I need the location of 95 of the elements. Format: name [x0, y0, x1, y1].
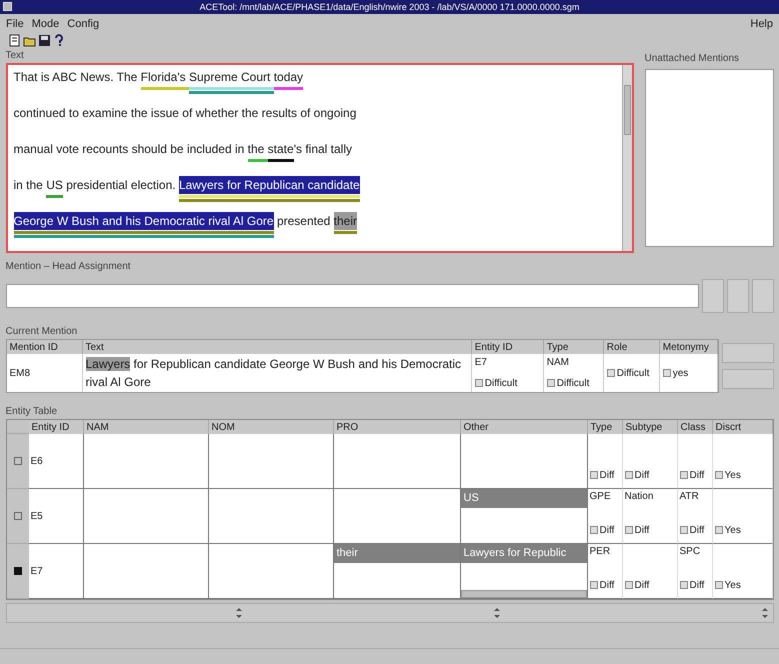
checkbox[interactable] — [714, 470, 722, 479]
checkbox[interactable] — [680, 470, 688, 479]
checkbox[interactable] — [680, 580, 688, 589]
column-header[interactable]: Other — [460, 420, 588, 434]
table-cell: PER — [590, 546, 610, 557]
table-cell-text: E6 — [30, 454, 44, 468]
scrollbar[interactable] — [622, 65, 632, 251]
checkbox-label: Yes — [724, 524, 741, 536]
checkbox[interactable] — [546, 378, 555, 387]
column-header[interactable]: Text — [82, 340, 472, 354]
column-header[interactable]: NOM — [208, 420, 334, 434]
column-header[interactable]: Type — [588, 420, 622, 434]
column-header[interactable]: Class — [678, 420, 712, 434]
column-header[interactable]: Mention ID — [6, 340, 82, 354]
checkbox[interactable] — [624, 470, 632, 479]
checkbox-label: Diff — [690, 580, 704, 590]
menu-item[interactable]: Help — [750, 16, 773, 30]
spinner-icon[interactable] — [234, 606, 242, 619]
new-file-icon[interactable] — [8, 34, 21, 46]
column-header[interactable]: Subtype — [622, 420, 678, 434]
section-label: Unattached Mentions — [644, 52, 740, 66]
column-header[interactable]: Entity ID — [28, 420, 84, 434]
entity-mention[interactable]: Lawyers for Republic — [460, 544, 586, 562]
checkbox[interactable] — [714, 526, 722, 534]
entity-mention[interactable]: US — [460, 489, 586, 508]
spinner-icon[interactable] — [760, 606, 768, 619]
save-icon[interactable] — [38, 34, 51, 46]
header-corner — [6, 420, 28, 434]
section-label: Entity Table — [6, 405, 58, 419]
spinner-icon[interactable] — [492, 606, 500, 619]
menu-item[interactable]: File — [6, 16, 24, 30]
column-header[interactable]: PRO — [334, 420, 460, 434]
table-cell-text: EM8 — [10, 366, 30, 380]
scrollbar[interactable] — [460, 590, 586, 598]
text-line: continued to examine the issue of whether the results of ongoing — [14, 105, 358, 122]
table-cell: SPC — [680, 546, 700, 557]
checkbox-label: Yes — [724, 580, 741, 590]
text-line: manual vote recounts should be included in the state's final tally — [14, 137, 616, 173]
column-header[interactable]: Discrt — [712, 420, 772, 434]
table-cell: ATR — [680, 491, 699, 502]
checkbox[interactable] — [590, 580, 598, 589]
row-pointer-icon[interactable] — [14, 567, 22, 575]
row-marker-icon[interactable] — [14, 457, 22, 465]
column-header[interactable]: Entity ID — [472, 340, 544, 354]
checkbox-label: Difficult — [556, 378, 590, 388]
checkbox[interactable] — [680, 526, 688, 534]
checkbox-label: Diff — [600, 470, 614, 480]
table-cell-text: E7 — [474, 356, 488, 370]
checkbox[interactable] — [606, 369, 615, 378]
section-label: Current Mention — [6, 325, 78, 339]
checkbox[interactable] — [714, 580, 722, 589]
window-menu-icon[interactable] — [3, 2, 12, 11]
section-label: Mention – Head Assignment — [6, 260, 132, 274]
checkbox[interactable] — [624, 526, 632, 534]
checkbox-label: yes — [672, 368, 688, 379]
checkbox[interactable] — [590, 526, 598, 534]
table-cell: GPE — [590, 491, 611, 502]
table-cell: Nation — [624, 491, 654, 502]
text-line: in the US presidential election. Lawyers for Republican candidate — [14, 173, 616, 209]
help-icon[interactable] — [53, 34, 66, 46]
spin-field[interactable] — [722, 368, 774, 389]
checkbox-label: Diff — [600, 524, 614, 536]
checkbox-label: Diff — [634, 580, 650, 590]
row-header[interactable] — [6, 544, 28, 599]
checkbox[interactable] — [590, 470, 598, 479]
row-marker-icon[interactable] — [14, 512, 22, 520]
checkbox-label: Diff — [690, 470, 704, 480]
entity-mention[interactable]: their — [334, 544, 460, 562]
column-header[interactable]: Type — [544, 340, 604, 354]
checkbox-label: Diff — [690, 524, 704, 536]
checkbox[interactable] — [474, 378, 483, 387]
text-line: That is ABC News. The Florida's Supreme Court today — [14, 65, 616, 101]
table-cell-text: NAM — [546, 356, 570, 370]
column-header[interactable]: Role — [604, 340, 660, 354]
window-title: ACETool: /mnt/lab/ACE/PHASE1/data/English/nwire 2003 - /lab/VS/A/0000 171.0000.0000.sgm — [0, 0, 779, 14]
checkbox-label: Diff — [634, 524, 650, 536]
checkbox[interactable] — [624, 580, 632, 589]
menu-item[interactable]: Mode — [32, 16, 60, 30]
section-label: Text — [6, 49, 25, 63]
mention-text: Lawyers for Republican candidate George W Bush and his Democratic rival Al Gore — [86, 356, 462, 391]
checkbox-label: Diff — [634, 470, 650, 480]
column-header[interactable]: Metonymy — [660, 340, 718, 354]
menu-item[interactable]: Config — [67, 16, 100, 30]
text-pane[interactable] — [6, 63, 634, 253]
scroll-thumb[interactable] — [624, 85, 630, 135]
checkbox-label: Yes — [724, 470, 741, 480]
head-input-field[interactable] — [6, 284, 700, 308]
checkbox-label: Difficult — [484, 378, 518, 388]
checkbox[interactable] — [662, 369, 671, 378]
table-cell-text: E5 — [30, 510, 44, 524]
checkbox-label: Difficult — [616, 368, 650, 379]
spin-field[interactable] — [722, 343, 774, 364]
checkbox-label: Diff — [600, 580, 614, 590]
table-cell-text: E7 — [30, 564, 44, 578]
column-header[interactable]: NAM — [84, 420, 208, 434]
